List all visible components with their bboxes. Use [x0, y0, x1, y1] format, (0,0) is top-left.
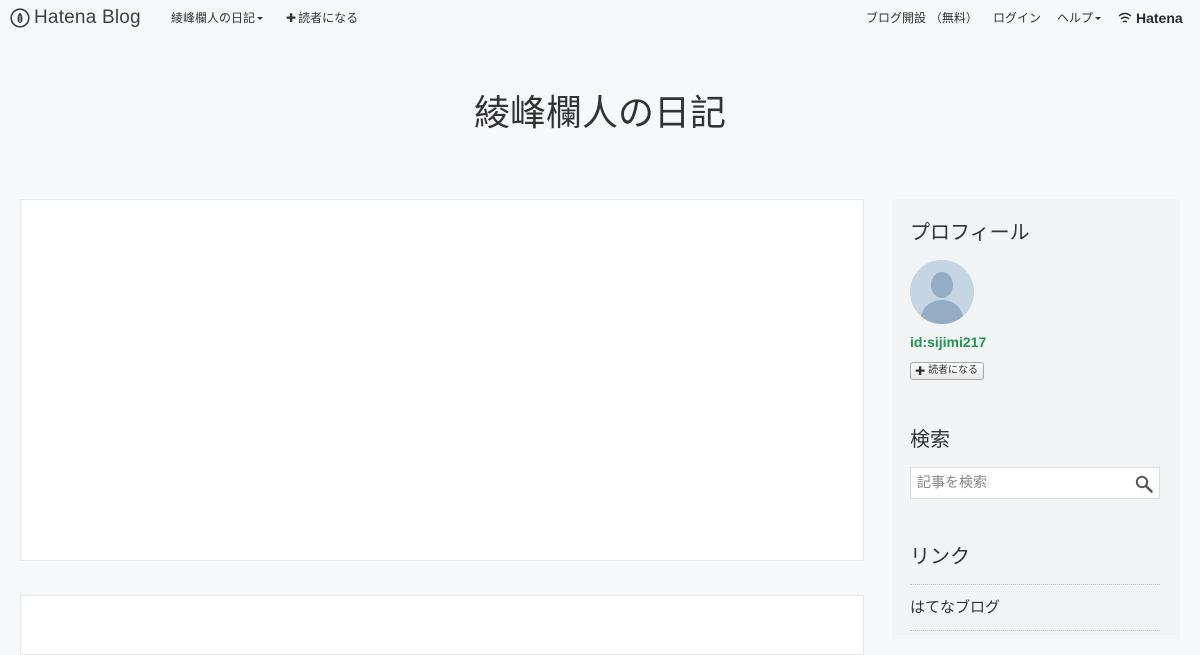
profile-module-title: プロフィール: [910, 220, 1030, 244]
login-link[interactable]: ログイン: [993, 10, 1041, 26]
blog-menu-label: 綾峰欄人の日記: [171, 11, 256, 25]
sidebar-subscribe-button[interactable]: ✚ 読者になる: [910, 362, 985, 380]
link-item-hatena-blog[interactable]: はてなブログ: [910, 585, 1160, 631]
plus-icon: ✚: [286, 11, 297, 25]
blog-title[interactable]: 綾峰欄人の日記: [0, 88, 1200, 140]
blog-menu-dropdown[interactable]: 綾峰欄人の日記: [171, 10, 264, 26]
login-label: ログイン: [993, 11, 1042, 25]
search-input[interactable]: [911, 468, 1131, 498]
entry-content-box: [20, 199, 864, 561]
hatena-blog-logo-icon: [10, 8, 30, 28]
search-form: [910, 467, 1160, 499]
link-list: はてなブログ: [910, 584, 1160, 631]
entry-content-box-2: [20, 595, 864, 655]
start-blog-label: ブログ開設 （無料）: [866, 11, 978, 25]
sidebar-subscribe-label: 読者になる: [928, 365, 979, 376]
header-subscribe-link[interactable]: ✚ 読者になる: [286, 10, 358, 26]
hatena-blog-logo-text: Hatena Blog: [34, 7, 141, 28]
hatena-brand-label: Hatena: [1136, 10, 1183, 26]
global-header: Hatena Blog 綾峰欄人の日記 ✚ 読者になる ブログ開設 （無料） ログ…: [0, 0, 1200, 36]
search-module-title: 検索: [910, 427, 950, 451]
profile-user-id-link[interactable]: id:sijimi217: [910, 334, 986, 350]
hatena-brand-link[interactable]: Hatena: [1118, 9, 1183, 27]
start-blog-link[interactable]: ブログ開設 （無料）: [866, 10, 978, 26]
help-label: ヘルプ: [1057, 11, 1094, 25]
default-user-icon: [910, 260, 974, 324]
caret-down-icon: [1095, 17, 1102, 20]
header-subscribe-label: 読者になる: [298, 11, 359, 25]
hatena-blog-logo[interactable]: Hatena Blog: [10, 7, 141, 29]
plus-icon: ✚: [915, 364, 926, 378]
search-icon[interactable]: [1135, 475, 1153, 493]
links-module-title: リンク: [910, 544, 970, 568]
caret-down-icon: [257, 17, 264, 20]
avatar[interactable]: [910, 260, 974, 324]
help-dropdown[interactable]: ヘルプ: [1057, 10, 1102, 26]
hatena-wifi-icon: [1118, 12, 1132, 23]
